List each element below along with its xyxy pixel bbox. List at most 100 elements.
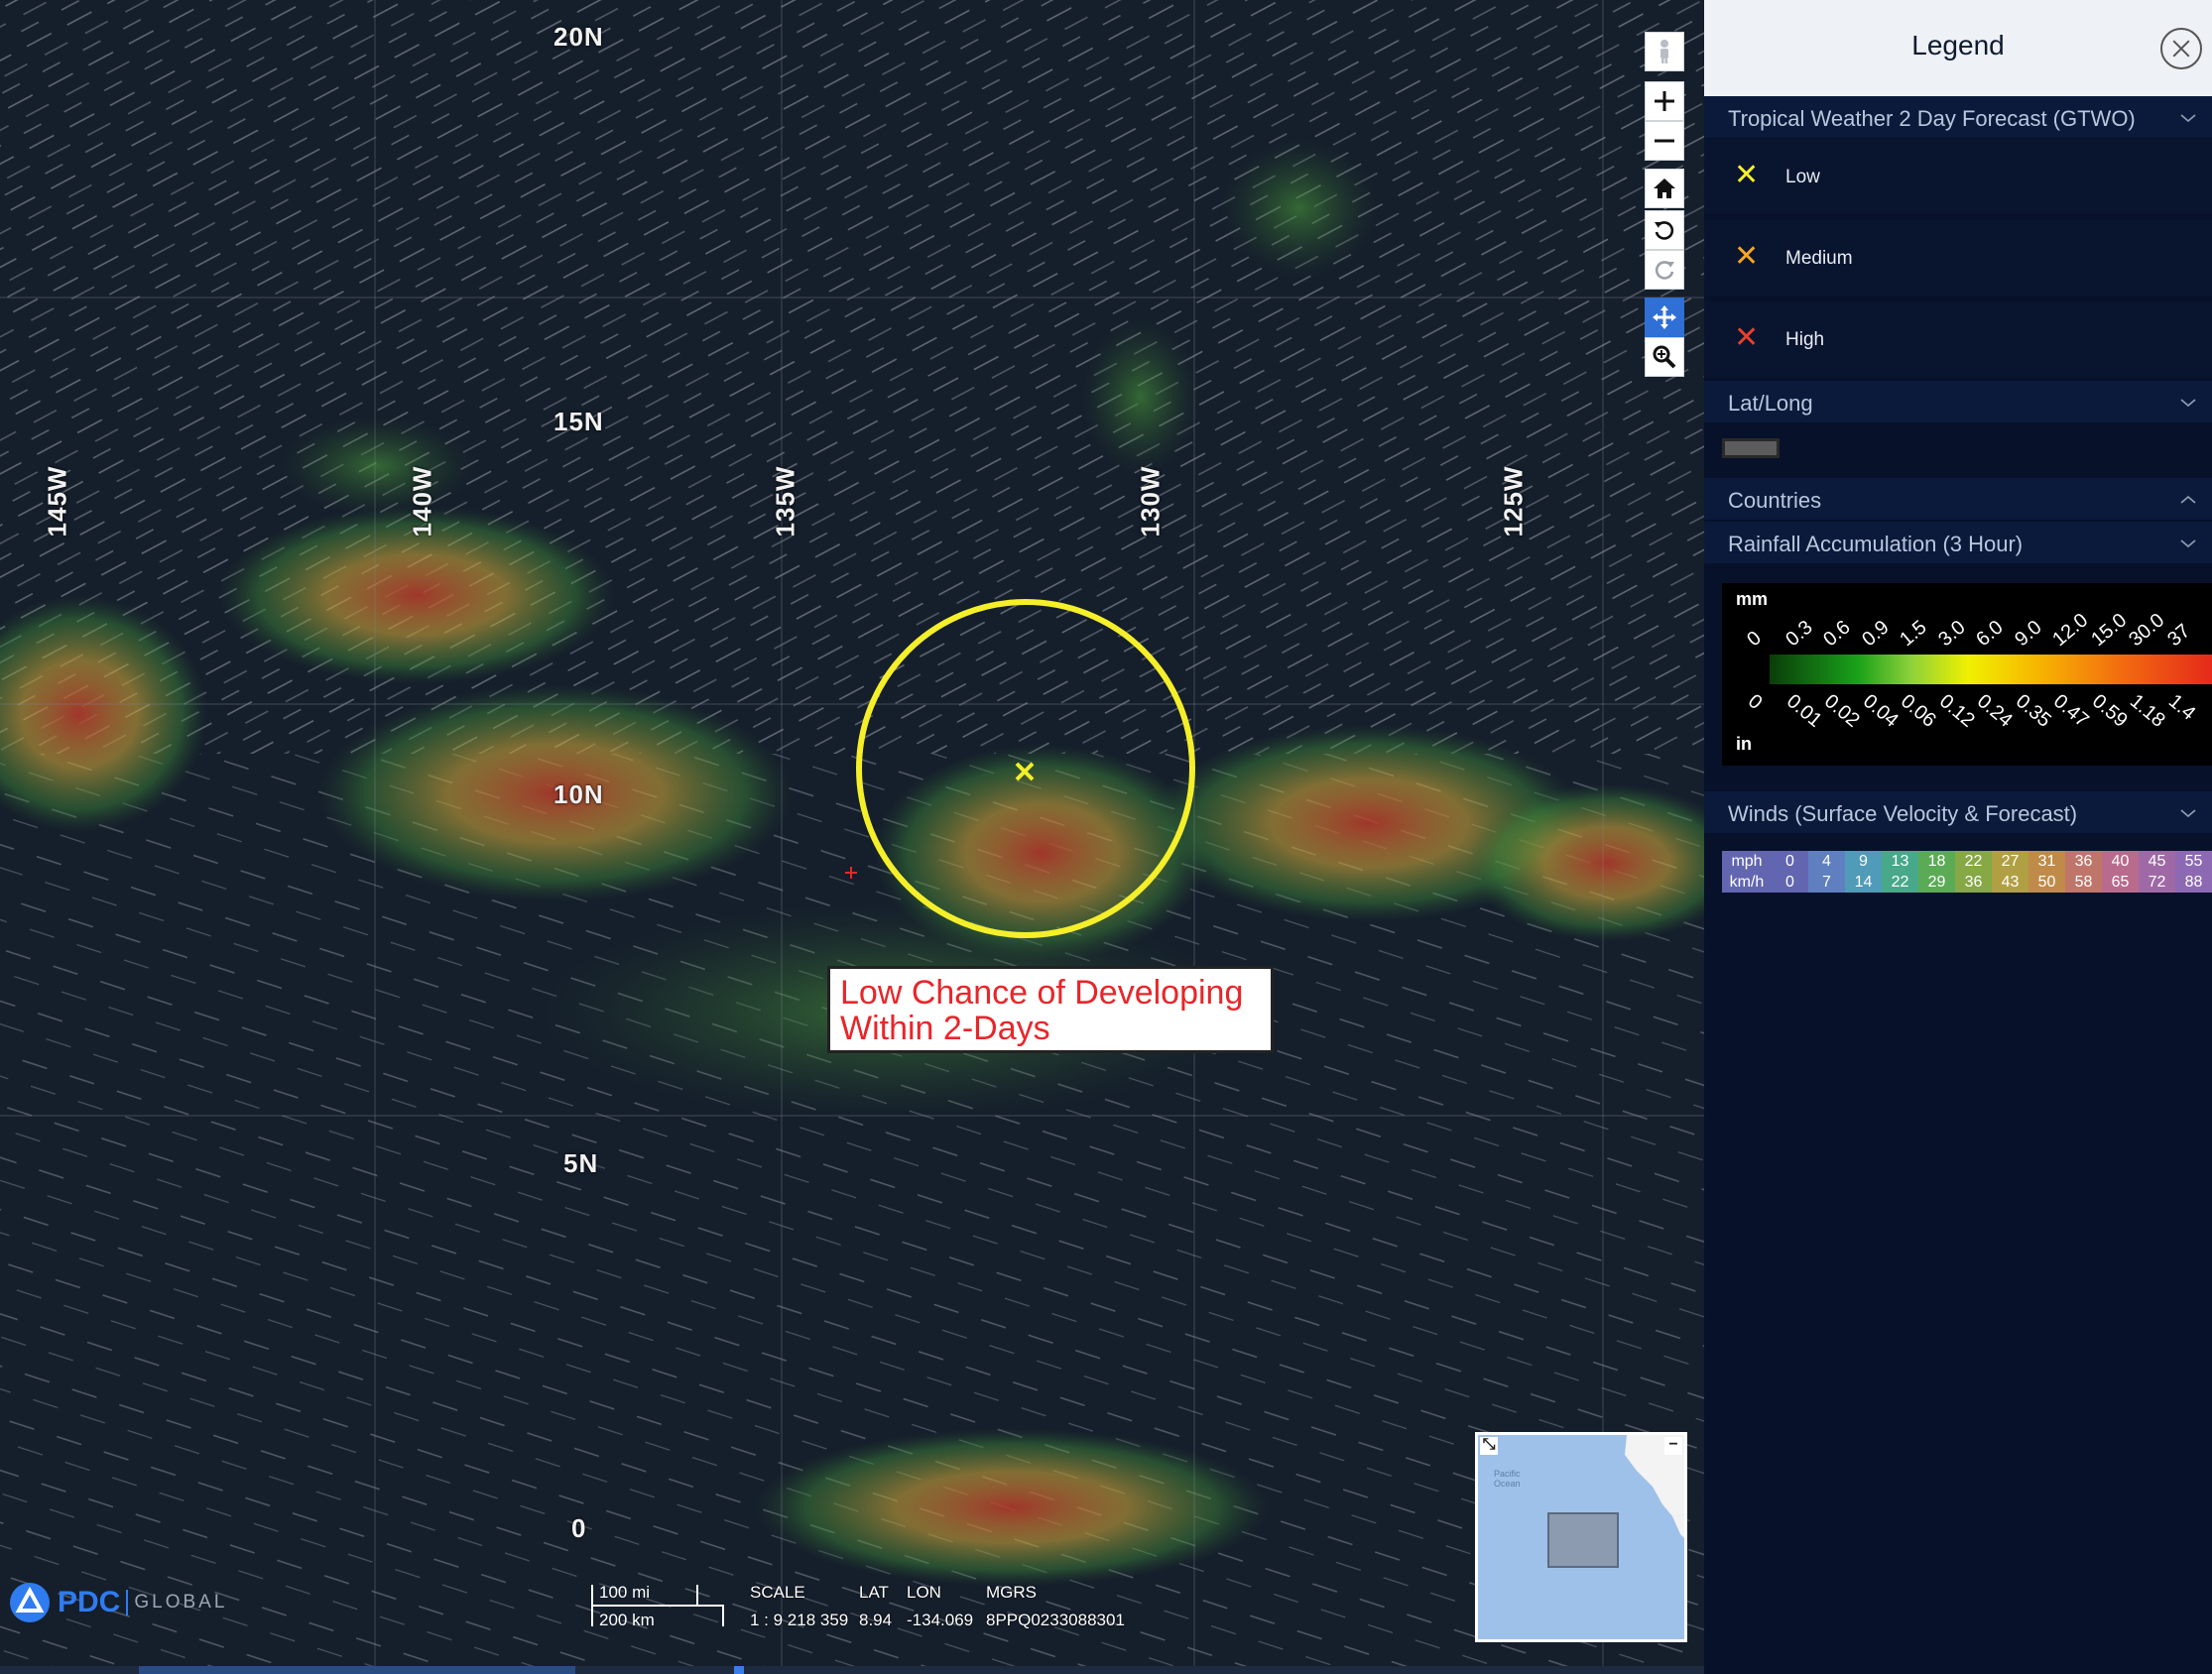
- wind-value-cell: 14: [1845, 872, 1882, 893]
- legend-panel: Legend Tropical Weather 2 Day Forecast (…: [1704, 0, 2212, 1674]
- lon-label-125w: 125W: [1498, 465, 1529, 538]
- wind-value-cell: 29: [1918, 872, 1955, 893]
- rainfall-mm-tick: 0.9: [1857, 616, 1894, 652]
- wind-value-cell: 4: [1808, 851, 1845, 872]
- rainfall-in-tick: 1.4: [2163, 690, 2199, 725]
- rainfall-mm-tick: 9.0: [2010, 616, 2046, 652]
- logo-sub: GLOBAL: [134, 1592, 228, 1613]
- rotate-right-button[interactable]: [1645, 250, 1684, 290]
- rotate-right-icon: [1655, 261, 1674, 280]
- section-latlong-title: Lat/Long: [1728, 391, 1813, 416]
- section-winds[interactable]: Winds (Surface Velocity & Forecast): [1704, 791, 2212, 833]
- wind-unit-label: mph: [1722, 851, 1772, 872]
- wind-value-cell: 0: [1772, 851, 1808, 872]
- rainfall-in-tick: 0.06: [1896, 690, 1940, 732]
- overview-map[interactable]: Pacific Ocean ⤡ −: [1475, 1432, 1687, 1642]
- pan-button[interactable]: [1645, 298, 1684, 337]
- rainfall-mm-tick: 0: [1743, 627, 1766, 652]
- rainfall-in-tick: 0.24: [1972, 690, 2017, 732]
- wind-value-cell: 43: [1992, 872, 2028, 893]
- rainfall-in-tick: 0.47: [2048, 690, 2093, 732]
- legend-item-low: ✕ Low: [1704, 139, 2212, 216]
- lon-label: LON: [907, 1583, 941, 1602]
- callout-line-2: Within 2-Days: [840, 1010, 1050, 1047]
- wind-value-cell: 22: [1882, 872, 1918, 893]
- rainfall-mm-tick: 30.0: [2125, 609, 2169, 652]
- zoom-in-icon: [1655, 91, 1674, 111]
- section-gtwo-title: Tropical Weather 2 Day Forecast (GTWO): [1728, 106, 2136, 131]
- section-latlong[interactable]: Lat/Long: [1704, 381, 2212, 422]
- legend-item-high: ✕ High: [1704, 301, 2212, 379]
- scale-bar: 100 mi 200 km: [589, 1583, 728, 1629]
- wind-value-cell: 45: [2139, 851, 2175, 872]
- rainfall-mm-tick: 6.0: [1972, 616, 2008, 652]
- legend-title: Legend: [1911, 30, 2005, 60]
- section-rainfall[interactable]: Rainfall Accumulation (3 Hour): [1704, 522, 2212, 563]
- street-view-button[interactable]: [1645, 32, 1684, 71]
- zoom-out-button[interactable]: [1645, 121, 1684, 161]
- section-countries[interactable]: Countries: [1704, 478, 2212, 520]
- rainfall-in-tick: 0.59: [2087, 690, 2132, 732]
- zoom-in-button[interactable]: [1645, 81, 1684, 121]
- home-icon: [1654, 179, 1675, 198]
- lat-label-15n: 15N: [553, 407, 604, 436]
- wind-value-cell: 50: [2028, 872, 2065, 893]
- app: 20N 15N 10N 5N 0 145W 140W 135W 130W 125…: [0, 0, 2212, 1674]
- rainfall-in-tick: 0.12: [1934, 690, 1979, 732]
- logo-brand: PDC: [58, 1586, 121, 1618]
- section-gtwo[interactable]: Tropical Weather 2 Day Forecast (GTWO): [1704, 96, 2212, 138]
- zoom-box-button[interactable]: [1645, 337, 1684, 377]
- pdc-logo: PDC GLOBAL: [8, 1581, 227, 1624]
- lat-label-5n: 5N: [563, 1148, 599, 1178]
- legend-item-medium-label: Medium: [1785, 248, 1853, 269]
- wind-value-cell: 27: [1992, 851, 2028, 872]
- rainfall-mm-tick: 1.5: [1896, 616, 1931, 652]
- mgrs-value: 8PPQ0233088301: [986, 1611, 1125, 1629]
- callout-line-1: Low Chance of Developing: [840, 974, 1244, 1012]
- rainfall-unit-in: in: [1736, 734, 1752, 754]
- legend-header: Legend: [1704, 0, 2212, 96]
- overview-expand-icon[interactable]: ⤡: [1480, 1437, 1498, 1455]
- wind-value-cell: 18: [1918, 851, 1955, 872]
- wind-value-cell: 58: [2065, 872, 2102, 893]
- rainfall-in-tick: 0.02: [1819, 690, 1864, 732]
- zoom-box-icon: [1653, 345, 1676, 369]
- wind-value-cell: 22: [1955, 851, 1992, 872]
- overview-extent-box[interactable]: [1547, 1512, 1619, 1568]
- lon-label-130w: 130W: [1135, 465, 1166, 538]
- rainfall-mm-tick: 15.0: [2086, 609, 2131, 652]
- lat-value: 8.94: [859, 1611, 893, 1629]
- home-button[interactable]: [1645, 169, 1684, 208]
- pan-icon: [1653, 305, 1676, 329]
- zoom-out-icon: [1655, 139, 1674, 143]
- wind-value-cell: 31: [2028, 851, 2065, 872]
- overview-minimize-icon[interactable]: −: [1664, 1437, 1682, 1455]
- wind-value-cell: 0: [1772, 872, 1808, 893]
- rotate-left-button[interactable]: [1645, 210, 1684, 250]
- wind-value-cell: 9: [1845, 851, 1882, 872]
- chevron-up-icon: [2180, 495, 2196, 504]
- rainfall-in-tick: 1.18: [2125, 690, 2169, 732]
- section-winds-title: Winds (Surface Velocity & Forecast): [1728, 801, 2078, 826]
- low-x-icon: ✕: [1734, 159, 1760, 191]
- wind-value-cell: 65: [2102, 872, 2139, 893]
- medium-x-icon: ✕: [1734, 240, 1760, 273]
- wind-value-cell: 55: [2175, 851, 2212, 872]
- latlong-swatch: [1722, 438, 1780, 458]
- rainfall-mm-tick: 12.0: [2048, 609, 2093, 652]
- section-countries-title: Countries: [1728, 488, 1822, 513]
- rainfall-unit-mm: mm: [1736, 589, 1769, 609]
- section-rainfall-title: Rainfall Accumulation (3 Hour): [1728, 532, 2024, 556]
- rainfall-in-tick: 0.35: [2011, 690, 2055, 732]
- close-icon[interactable]: [2160, 28, 2202, 69]
- logo-divider: [126, 1590, 129, 1615]
- map-view[interactable]: 20N 15N 10N 5N 0 145W 140W 135W 130W 125…: [0, 0, 1704, 1674]
- lon-label-135w: 135W: [770, 465, 800, 538]
- rainfall-mm-tick: 0.6: [1819, 616, 1855, 652]
- timeline-bar[interactable]: [0, 1666, 1704, 1674]
- wind-value-cell: 72: [2139, 872, 2175, 893]
- pdc-triangle-icon: [10, 1583, 50, 1622]
- rainfall-gradient: [1770, 655, 2212, 684]
- map-canvas[interactable]: [0, 0, 1704, 1674]
- wind-value-cell: 36: [2065, 851, 2102, 872]
